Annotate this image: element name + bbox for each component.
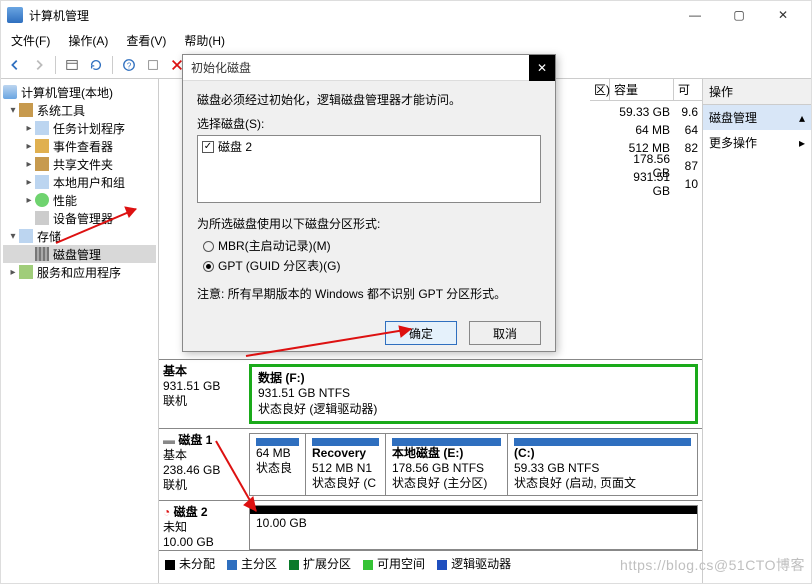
disk-list-item[interactable]: ✓ 磁盘 2 bbox=[198, 136, 540, 158]
forward-button[interactable] bbox=[29, 55, 49, 75]
actions-pane: 操作 磁盘管理▴ 更多操作▸ bbox=[703, 79, 811, 583]
tree-disk-mgmt[interactable]: 磁盘管理 bbox=[3, 245, 156, 263]
vol-cap[interactable]: 64 MB bbox=[610, 123, 674, 137]
disk-f-volume[interactable]: 数据 (F:) 931.51 GB NTFS 状态良好 (逻辑驱动器) bbox=[249, 364, 698, 424]
vol-cap[interactable]: 59.33 GB bbox=[610, 105, 674, 119]
back-button[interactable] bbox=[5, 55, 25, 75]
actions-section-disk[interactable]: 磁盘管理▴ bbox=[703, 105, 811, 130]
menu-help[interactable]: 帮助(H) bbox=[180, 30, 229, 51]
maximize-button[interactable]: ▢ bbox=[717, 1, 761, 29]
window-title: 计算机管理 bbox=[29, 7, 89, 24]
disk2-unallocated[interactable]: 10.00 GB bbox=[249, 505, 698, 550]
select-disk-label: 选择磁盘(S): bbox=[197, 115, 541, 133]
disk1-part-c[interactable]: (C:)59.33 GB NTFS状态良好 (启动, 页面文 bbox=[508, 434, 697, 495]
tree-item-event[interactable]: ▸事件查看器 bbox=[3, 137, 156, 155]
disk1-partitions: 64 MB状态良 Recovery512 MB N1状态良好 (C 本地磁盘 (… bbox=[249, 433, 698, 496]
window-titlebar: 计算机管理 — ▢ ✕ bbox=[1, 1, 811, 29]
window-controls: — ▢ ✕ bbox=[673, 1, 805, 29]
disk-row-f[interactable]: 基本 931.51 GB 联机 数据 (F:) 931.51 GB NTFS 状… bbox=[159, 359, 702, 428]
legend: 未分配 主分区 扩展分区 可用空间 逻辑驱动器 bbox=[159, 550, 702, 576]
vol-cap[interactable]: 931.51 GB bbox=[610, 170, 674, 198]
vol-f-status: 状态良好 (逻辑驱动器) bbox=[258, 402, 377, 416]
menubar: 文件(F) 操作(A) 查看(V) 帮助(H) bbox=[1, 29, 811, 51]
help-button[interactable]: ? bbox=[119, 55, 139, 75]
disk1-title: 磁盘 1 bbox=[178, 433, 212, 447]
vol-f-label: 数据 (F:) bbox=[258, 371, 305, 385]
initialize-disk-dialog: 初始化磁盘 ✕ 磁盘必须经过初始化，逻辑磁盘管理器才能访问。 选择磁盘(S): … bbox=[182, 54, 556, 352]
disk1-part-recovery[interactable]: Recovery512 MB N1状态良好 (C bbox=[306, 434, 386, 495]
disk2-vol-size: 10.00 GB bbox=[250, 514, 697, 532]
radio-gpt[interactable]: GPT (GUID 分区表)(G) bbox=[203, 257, 541, 275]
tree-storage[interactable]: ▾存储 bbox=[3, 227, 156, 245]
tree-item-device[interactable]: 设备管理器 bbox=[3, 209, 156, 227]
actions-more[interactable]: 更多操作▸ bbox=[703, 130, 811, 155]
dialog-titlebar[interactable]: 初始化磁盘 ✕ bbox=[183, 55, 555, 81]
tree-systools[interactable]: ▾系统工具 bbox=[3, 101, 156, 119]
menu-action[interactable]: 操作(A) bbox=[64, 30, 112, 51]
disk-item-label: 磁盘 2 bbox=[218, 138, 252, 156]
dialog-message: 磁盘必须经过初始化，逻辑磁盘管理器才能访问。 bbox=[197, 91, 541, 109]
tree-item-task[interactable]: ▸任务计划程序 bbox=[3, 119, 156, 137]
disk-row-2[interactable]: ◔ 磁盘 2 未知 10.00 GB 10.00 GB bbox=[159, 500, 702, 550]
partition-style-label: 为所选磁盘使用以下磁盘分区形式: bbox=[197, 215, 541, 233]
minimize-button[interactable]: — bbox=[673, 1, 717, 29]
disk-f-status: 联机 bbox=[163, 394, 187, 408]
refresh-button[interactable] bbox=[86, 55, 106, 75]
close-button[interactable]: ✕ bbox=[761, 1, 805, 29]
radio-mbr[interactable]: MBR(主启动记录)(M) bbox=[203, 237, 541, 255]
dialog-close-button[interactable]: ✕ bbox=[529, 55, 555, 81]
col-free[interactable]: 可 bbox=[674, 79, 700, 100]
disk-graphical-view: 基本 931.51 GB 联机 数据 (F:) 931.51 GB NTFS 状… bbox=[159, 359, 702, 583]
volume-list-header: 区) 容量 可 bbox=[590, 79, 702, 101]
tree-item-share[interactable]: ▸共享文件夹 bbox=[3, 155, 156, 173]
disk1-part-e[interactable]: 本地磁盘 (E:)178.56 GB NTFS状态良好 (主分区) bbox=[386, 434, 508, 495]
tree-item-users[interactable]: ▸本地用户和组 bbox=[3, 173, 156, 191]
toolbar-button-2[interactable] bbox=[143, 55, 163, 75]
tree-root[interactable]: 计算机管理(本地) bbox=[3, 83, 156, 101]
menu-file[interactable]: 文件(F) bbox=[7, 30, 54, 51]
tree-item-perf[interactable]: ▸性能 bbox=[3, 191, 156, 209]
disk-checkbox[interactable]: ✓ bbox=[202, 141, 214, 153]
nav-tree[interactable]: 计算机管理(本地) ▾系统工具 ▸任务计划程序 ▸事件查看器 ▸共享文件夹 ▸本… bbox=[1, 79, 159, 583]
svg-text:?: ? bbox=[127, 61, 132, 70]
dialog-note: 注意: 所有早期版本的 Windows 都不识别 GPT 分区形式。 bbox=[197, 285, 541, 303]
disk-select-list[interactable]: ✓ 磁盘 2 bbox=[197, 135, 541, 203]
disk-f-size: 931.51 GB bbox=[163, 379, 220, 393]
toolbar-button[interactable] bbox=[62, 55, 82, 75]
cancel-button[interactable]: 取消 bbox=[469, 321, 541, 345]
disk-f-type: 基本 bbox=[163, 364, 187, 378]
menu-view[interactable]: 查看(V) bbox=[122, 30, 170, 51]
col-capacity[interactable]: 容量 bbox=[610, 79, 674, 100]
ok-button[interactable]: 确定 bbox=[385, 321, 457, 345]
disk-row-1[interactable]: ▬ 磁盘 1 基本 238.46 GB 联机 64 MB状态良 Recovery… bbox=[159, 428, 702, 500]
disk1-part1[interactable]: 64 MB状态良 bbox=[250, 434, 306, 495]
col-layout-end[interactable]: 区) bbox=[590, 79, 610, 100]
app-icon bbox=[7, 7, 23, 23]
vol-f-size: 931.51 GB NTFS bbox=[258, 386, 350, 400]
disk2-title: 磁盘 2 bbox=[174, 505, 208, 519]
tree-services[interactable]: ▸服务和应用程序 bbox=[3, 263, 156, 281]
actions-header: 操作 bbox=[703, 79, 811, 105]
dialog-title: 初始化磁盘 bbox=[191, 59, 251, 76]
